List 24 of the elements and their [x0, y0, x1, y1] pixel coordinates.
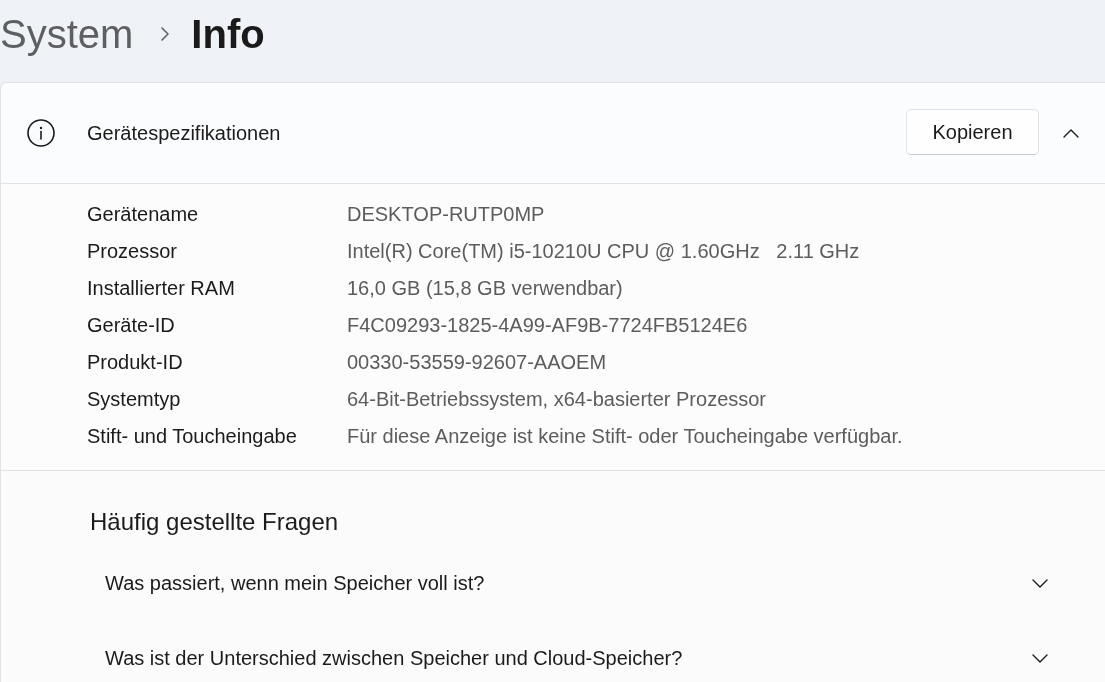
spec-value: F4C09293-1825-4A99-AF9B-7724FB5124E6 — [347, 314, 748, 337]
spec-label: Prozessor — [87, 240, 178, 263]
info-icon — [27, 119, 55, 147]
chevron-right-icon — [161, 27, 170, 41]
chevron-up-icon[interactable] — [1063, 128, 1079, 138]
page-title: Info — [191, 11, 265, 58]
spec-value: 16,0 GB (15,8 GB verwendbar) — [347, 277, 623, 300]
spec-value: DESKTOP-RUTP0MP — [347, 203, 545, 226]
spec-label: Produkt-ID — [87, 351, 183, 374]
faq-item[interactable]: Was ist der Unterschied zwischen Speicher und Cloud-Speicher? — [1, 621, 1105, 682]
faq-heading: Häufig gestellte Fragen — [90, 507, 339, 537]
spec-value: Intel(R) Core(TM) i5-10210U CPU @ 1.60GHz 2.11 GHz — [347, 240, 860, 263]
spec-value: 00330-53559-92607-AAOEM — [347, 351, 607, 374]
spec-label: Gerätename — [87, 203, 199, 226]
spec-value: 64-Bit-Betriebssystem, x64-basierter Prozessor — [347, 388, 767, 411]
spec-label: Stift- und Toucheingabe — [87, 425, 297, 448]
spec-label: Geräte-ID — [87, 314, 175, 337]
section-title: Gerätespezifikationen — [87, 121, 281, 145]
copy-button[interactable]: Kopieren — [906, 109, 1039, 155]
faq-item[interactable]: Was passiert, wenn mein Speicher voll ist? — [1, 546, 1105, 621]
breadcrumb-link[interactable]: System — [0, 10, 134, 58]
spec-label: Systemtyp — [87, 388, 181, 411]
spec-value: Für diese Anzeige ist keine Stift- oder Toucheingabe verfügbar. — [347, 425, 903, 448]
spec-label: Installierter RAM — [87, 277, 235, 300]
